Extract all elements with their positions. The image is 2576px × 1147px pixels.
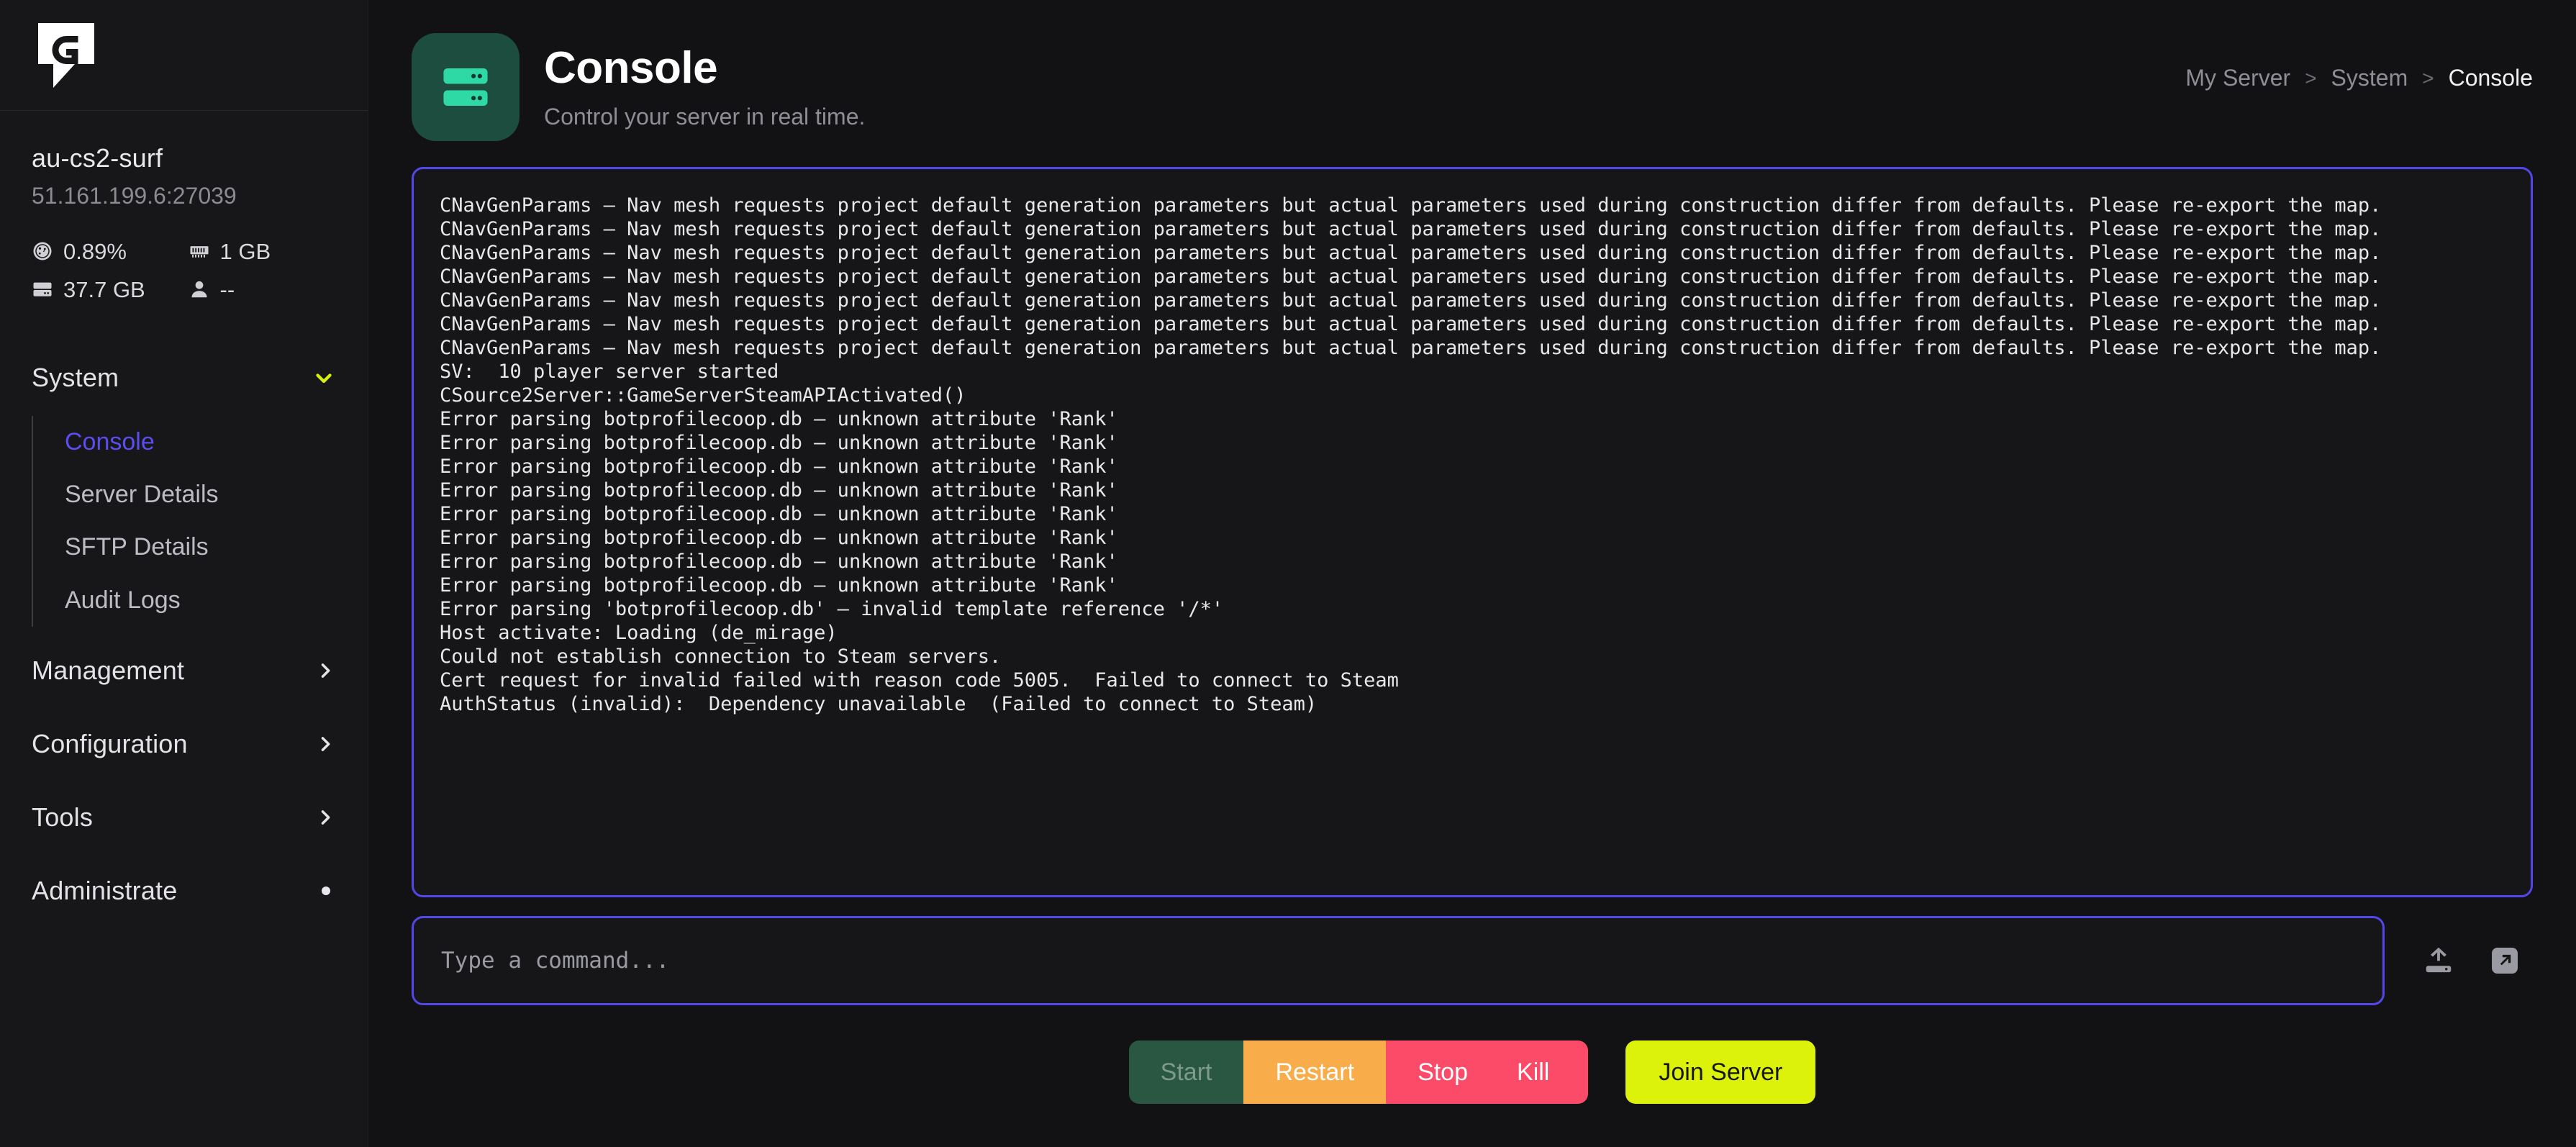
app-root: au-cs2-surf 51.161.199.6:27039 [0,0,2576,1147]
hard-drive-icon [32,278,53,300]
console-log-line: SV: 10 player server started [440,360,2502,384]
join-server-button[interactable]: Join Server [1625,1041,1815,1104]
command-actions [2385,944,2533,977]
server-rack-icon [412,33,520,141]
sidebar-item-tools[interactable]: Tools [32,781,336,854]
console-log-line: Error parsing botprofilecoop.db – unknow… [440,455,2502,479]
sidebar-item-tools-label: Tools [32,802,93,833]
breadcrumb-item-console: Console [2449,65,2533,91]
main-content: Console Control your server in real time… [368,0,2576,1147]
console-log-line: CNavGenParams – Nav mesh requests projec… [440,289,2502,312]
console-log-line: Cert request for invalid failed with rea… [440,668,2502,692]
page-header: Console Control your server in real time… [412,0,2533,158]
server-name: au-cs2-surf [32,142,336,173]
sidebar-item-configuration-label: Configuration [32,729,188,759]
sidebar-item-administrate-label: Administrate [32,876,177,906]
stat-players: -- [189,278,337,301]
command-input[interactable] [441,948,2355,974]
server-stats: 0.89% [32,240,336,301]
console-log-line: Could not establish connection to Steam … [440,645,2502,668]
console-log-line: AuthStatus (invalid): Dependency unavail… [440,692,2502,716]
server-address[interactable]: 51.161.199.6:27039 [32,182,336,209]
breadcrumb-item-system[interactable]: System [2331,65,2408,91]
command-row [412,916,2533,1005]
power-button-bar: Start Restart Stop Kill Join Server [412,1033,2533,1112]
page-title: Console [544,44,865,93]
page-title-group: Console Control your server in real time… [412,33,865,141]
chevron-right-icon [314,733,336,755]
stat-cpu: 0.89% [32,240,180,263]
sidebar: au-cs2-surf 51.161.199.6:27039 [0,0,368,1147]
sidebar-item-management-label: Management [32,656,184,686]
sidebar-item-console[interactable]: Console [33,416,336,468]
sidebar-subitems-system: Console Server Details SFTP Details Audi… [32,416,336,627]
stat-memory: 1 GB [189,240,337,263]
console-log-line: Error parsing botprofilecoop.db – unknow… [440,550,2502,574]
upload-icon[interactable] [2422,944,2455,977]
sidebar-group-system[interactable]: System [32,353,336,403]
restart-button[interactable]: Restart [1243,1041,1386,1104]
console-log-line: CNavGenParams – Nav mesh requests projec… [440,194,2502,217]
sidebar-item-management[interactable]: Management [32,634,336,707]
user-icon [189,278,210,300]
kill-button[interactable]: Kill [1492,1041,1588,1104]
console-log-line: CNavGenParams – Nav mesh requests projec… [440,336,2502,360]
sidebar-item-configuration[interactable]: Configuration [32,707,336,781]
console-log-line: CNavGenParams – Nav mesh requests projec… [440,312,2502,336]
stat-memory-value: 1 GB [220,240,271,263]
chevron-right-icon [314,807,336,828]
console-log-line: CNavGenParams – Nav mesh requests projec… [440,217,2502,241]
breadcrumb-separator: > [2305,67,2316,90]
console-log-line: Host activate: Loading (de_mirage) [440,621,2502,645]
console-log-line: Error parsing botprofilecoop.db – unknow… [440,526,2502,550]
stat-disk-value: 37.7 GB [63,278,145,301]
page-title-text-block: Console Control your server in real time… [544,44,865,131]
stat-players-value: -- [220,278,235,301]
sidebar-item-server-details[interactable]: Server Details [33,468,336,521]
console-log-line: CNavGenParams – Nav mesh requests projec… [440,241,2502,265]
dot-icon [322,887,330,895]
stat-cpu-value: 0.89% [63,240,127,263]
console-log-line: CSource2Server::GameServerSteamAPIActiva… [440,384,2502,407]
sidebar-item-sftp-details[interactable]: SFTP Details [33,521,336,574]
breadcrumb-separator: > [2422,67,2434,90]
expand-icon[interactable] [2488,944,2521,977]
chevron-right-icon [314,660,336,681]
power-button-group: Start Restart Stop Kill [1129,1041,1589,1104]
breadcrumb-item-my-server[interactable]: My Server [2185,65,2290,91]
breadcrumb: My Server > System > Console [2185,33,2533,91]
console-log-line: Error parsing botprofilecoop.db – unknow… [440,431,2502,455]
console-log-line: Error parsing botprofilecoop.db – unknow… [440,407,2502,431]
console-output-panel[interactable]: CNavGenParams – Nav mesh requests projec… [412,167,2533,897]
start-button[interactable]: Start [1129,1041,1244,1104]
command-input-wrapper[interactable] [412,916,2385,1005]
sidebar-logo-row [0,0,368,111]
console-log-line: Error parsing botprofilecoop.db – unknow… [440,502,2502,526]
sidebar-item-audit-logs[interactable]: Audit Logs [33,574,336,627]
console-log: CNavGenParams – Nav mesh requests projec… [440,194,2502,716]
sidebar-group-system-label: System [32,363,119,393]
memory-stick-icon [189,240,210,262]
server-summary: au-cs2-surf 51.161.199.6:27039 [0,111,368,301]
console-log-line: Error parsing botprofilecoop.db – unknow… [440,574,2502,597]
sidebar-item-administrate[interactable]: Administrate [32,854,336,928]
stat-disk: 37.7 GB [32,278,180,301]
console-log-line: CNavGenParams – Nav mesh requests projec… [440,265,2502,289]
console-log-line: Error parsing botprofilecoop.db – unknow… [440,479,2502,502]
chevron-down-icon[interactable] [312,366,336,390]
page-subtitle: Control your server in real time. [544,103,865,130]
sidebar-nav: System Console Server Details SFTP Detai… [0,353,368,1147]
gauge-icon [32,240,53,262]
console-log-line: Error parsing 'botprofilecoop.db' – inva… [440,597,2502,621]
gameserver-chat-logo-icon[interactable] [32,21,101,90]
stop-button[interactable]: Stop [1386,1041,1492,1104]
